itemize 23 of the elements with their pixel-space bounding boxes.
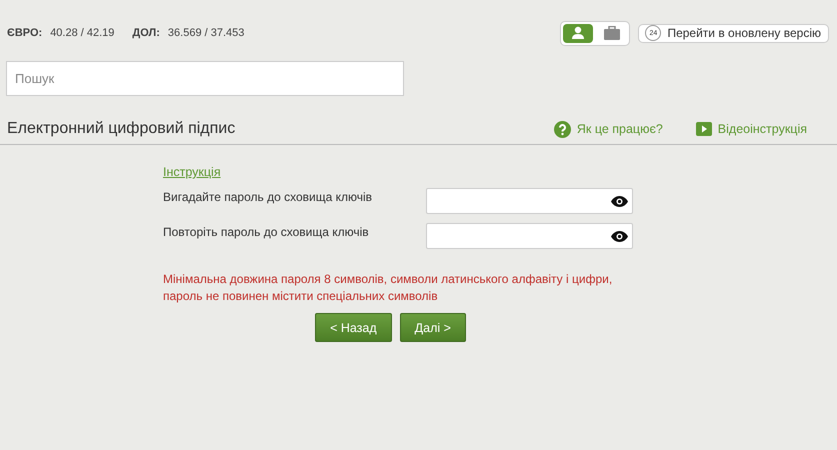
currency-label: ЄВРО: (7, 27, 42, 39)
toggle-tab[interactable] (563, 24, 594, 42)
person-icon (571, 26, 586, 40)
help-icon (554, 120, 571, 138)
currency-label: ДОЛ: (132, 27, 160, 39)
help-link[interactable]: Як це працює? (554, 120, 663, 138)
page-title: Електронний цифровий підпис (7, 120, 236, 138)
video-link[interactable]: Відеоінструкція (696, 122, 807, 136)
eye-icon[interactable] (611, 196, 628, 206)
briefcase-icon (604, 26, 620, 40)
field-label: Повторіть пароль до сховища ключів (163, 225, 369, 239)
search-field[interactable]: Пошук (6, 61, 404, 96)
exchange-rate: 36.569 / 37.453 (168, 27, 244, 39)
play-icon (696, 122, 712, 136)
exchange-rate: 40.28 / 42.19 (50, 27, 114, 39)
back-button[interactable]: < Назад (315, 313, 392, 342)
field-label: Вигадайте пароль до сховища ключів (163, 190, 372, 204)
eye-icon[interactable] (611, 230, 628, 242)
password-field[interactable] (426, 223, 633, 249)
instruction-link[interactable]: Інструкція (163, 165, 221, 179)
password-field[interactable] (426, 188, 633, 214)
password-warning: Мінімальна довжина пароля 8 символів, символи латинського алфавіту і цифри, пароль не повинен містити спеціальних символів (163, 271, 613, 305)
next-button[interactable]: Далі > (400, 313, 466, 342)
